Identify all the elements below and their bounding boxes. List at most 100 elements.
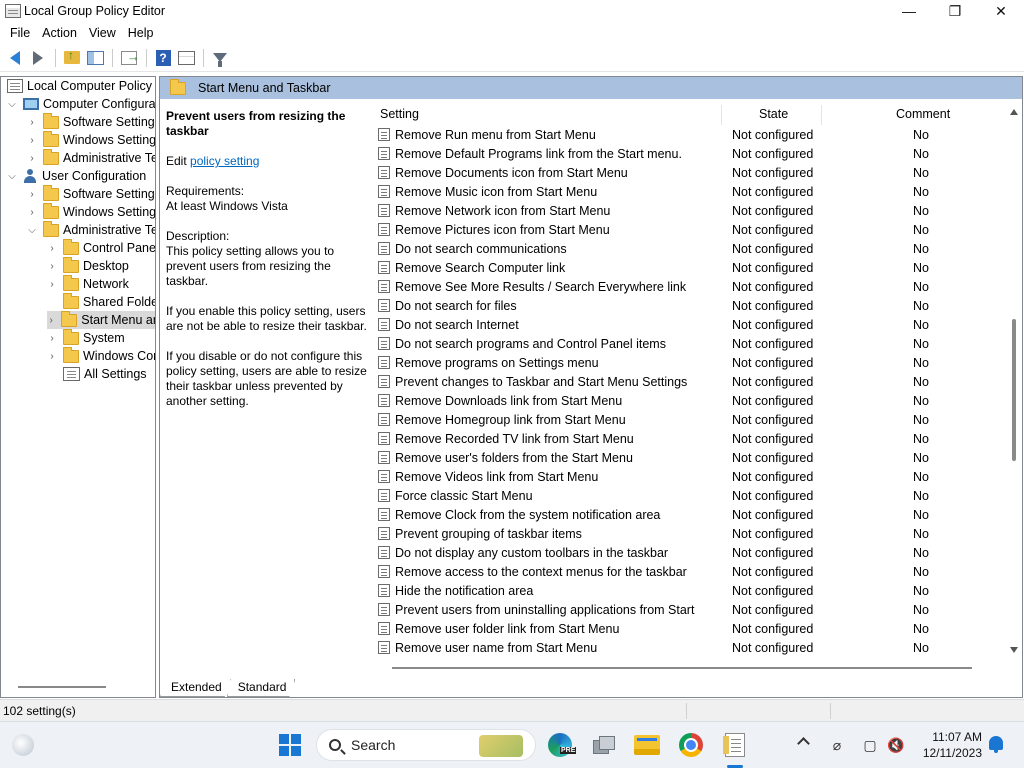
column-divider[interactable] <box>821 105 822 125</box>
notification-bell-icon[interactable] <box>989 736 1003 753</box>
tree-item-local-computer-policy[interactable]: Local Computer Policy <box>7 77 152 95</box>
network-disconnected-icon[interactable]: ⌀ <box>828 736 846 754</box>
table-row[interactable]: Remove access to the context menus for t… <box>374 562 1006 581</box>
table-row[interactable]: Remove Network icon from Start Menu Not c… <box>374 201 1006 220</box>
tree-item-cc-software-settings[interactable]: › Software Settings <box>27 112 155 131</box>
tree-item-shared-folders[interactable]: Shared Folder <box>47 292 155 311</box>
taskbar-task-view[interactable] <box>589 730 619 760</box>
expand-chevron-icon[interactable]: › <box>27 153 37 164</box>
expand-chevron-icon[interactable]: › <box>47 351 57 362</box>
table-row[interactable]: Remove Downloads link from Start Menu Not… <box>374 391 1006 410</box>
forward-button[interactable] <box>27 47 49 69</box>
table-row[interactable]: Remove Search Computer link Not configure… <box>374 258 1006 277</box>
tree-item-computer-configuration[interactable]: ⌵ Computer Configura <box>7 95 155 113</box>
table-row[interactable]: Remove user folder link from Start Menu N… <box>374 619 1006 638</box>
scrollbar-thumb[interactable] <box>1012 319 1016 461</box>
column-header-state[interactable]: State <box>759 107 788 121</box>
tree-item-system[interactable]: › System <box>47 328 125 347</box>
table-row[interactable]: Do not search programs and Control Panel… <box>374 334 1006 353</box>
collapse-chevron-icon[interactable]: ⌵ <box>27 225 37 236</box>
taskbar-chrome[interactable] <box>676 730 706 760</box>
table-row[interactable]: Remove user name from Start Menu Not conf… <box>374 638 1006 657</box>
scroll-down-arrow-icon[interactable] <box>1010 647 1018 653</box>
expand-chevron-icon[interactable]: › <box>27 117 37 128</box>
table-row[interactable]: Remove Default Programs link from the St… <box>374 144 1006 163</box>
menu-view[interactable]: View <box>83 26 122 40</box>
table-row[interactable]: Remove Homegroup link from Start Menu Not… <box>374 410 1006 429</box>
column-header-comment[interactable]: Comment <box>896 107 950 121</box>
table-row[interactable]: Do not search communications Not configur… <box>374 239 1006 258</box>
table-row[interactable]: Prevent users from uninstalling applicat… <box>374 600 1006 619</box>
up-one-level-button[interactable] <box>61 47 83 69</box>
tree-item-user-configuration[interactable]: ⌵ User Configuration <box>7 167 146 185</box>
expand-chevron-icon[interactable]: › <box>27 189 37 200</box>
tree-item-uc-administrative-templates[interactable]: ⌵ Administrative Te <box>27 220 155 239</box>
vertical-scrollbar[interactable] <box>1007 103 1021 663</box>
table-row[interactable]: Remove Clock from the system notificatio… <box>374 505 1006 524</box>
expand-chevron-icon[interactable]: › <box>27 207 37 218</box>
close-button[interactable]: ✕ <box>978 0 1024 22</box>
expand-chevron-icon[interactable]: › <box>47 243 57 254</box>
table-row[interactable]: Remove user's folders from the Start Men… <box>374 448 1006 467</box>
help-button[interactable]: ? <box>152 47 174 69</box>
start-button[interactable] <box>279 734 301 756</box>
show-hidden-icons-chevron-icon[interactable] <box>797 737 810 750</box>
table-row[interactable]: Remove Music icon from Start Menu Not con… <box>374 182 1006 201</box>
tree-item-start-menu-and-taskbar[interactable]: › Start Menu ar <box>47 310 155 329</box>
expand-chevron-icon[interactable]: › <box>47 333 57 344</box>
table-row[interactable]: Do not display any custom toolbars in th… <box>374 543 1006 562</box>
filter-button[interactable] <box>209 47 231 69</box>
extended-view-button[interactable] <box>175 47 197 69</box>
table-row[interactable]: Hide the notification area Not configured… <box>374 581 1006 600</box>
tree-horizontal-scrollbar[interactable] <box>18 686 106 688</box>
table-row[interactable]: Force classic Start Menu Not configured No <box>374 486 1006 505</box>
table-row[interactable]: Do not search Internet Not configured No <box>374 315 1006 334</box>
scroll-up-arrow-icon[interactable] <box>1010 109 1018 115</box>
maximize-button[interactable]: ❐ <box>932 0 978 22</box>
back-button[interactable] <box>4 47 26 69</box>
display-icon[interactable]: ▢ <box>861 736 879 754</box>
tree-item-uc-windows-settings[interactable]: › Windows Setting <box>27 202 155 221</box>
table-row[interactable]: Prevent changes to Taskbar and Start Men… <box>374 372 1006 391</box>
weather-widget-icon[interactable] <box>12 734 34 756</box>
taskbar-file-explorer[interactable] <box>632 730 662 760</box>
tree-item-control-panel[interactable]: › Control Panel <box>47 238 155 257</box>
expand-chevron-icon[interactable]: › <box>47 261 57 272</box>
tab-standard[interactable]: Standard <box>227 679 296 697</box>
table-row[interactable]: Remove programs on Settings menu Not conf… <box>374 353 1006 372</box>
clock[interactable]: 11:07 AM 12/11/2023 <box>912 729 982 761</box>
collapse-chevron-icon[interactable]: ⌵ <box>7 99 17 110</box>
tree-item-cc-administrative-templates[interactable]: › Administrative Te <box>27 148 155 167</box>
tree-item-windows-components[interactable]: › Windows Cor <box>47 346 155 365</box>
expand-chevron-icon[interactable]: › <box>47 315 55 326</box>
edit-policy-setting-link[interactable]: policy setting <box>190 154 259 168</box>
taskbar-edge[interactable]: PRE <box>545 730 577 760</box>
table-row[interactable]: Prevent grouping of taskbar items Not con… <box>374 524 1006 543</box>
menu-action[interactable]: Action <box>36 26 83 40</box>
collapse-chevron-icon[interactable]: ⌵ <box>7 171 17 182</box>
table-row[interactable]: Remove Videos link from Start Menu Not co… <box>374 467 1006 486</box>
expand-chevron-icon[interactable]: › <box>27 135 37 146</box>
column-header-setting[interactable]: Setting <box>380 107 419 121</box>
show-hide-tree-button[interactable] <box>84 47 106 69</box>
taskbar-group-policy-editor[interactable] <box>720 730 750 760</box>
tree-item-network[interactable]: › Network <box>47 274 129 293</box>
expand-chevron-icon[interactable]: › <box>47 279 57 290</box>
table-row[interactable]: Remove Documents icon from Start Menu Not… <box>374 163 1006 182</box>
table-row[interactable]: Remove Pictures icon from Start Menu Not … <box>374 220 1006 239</box>
column-divider[interactable] <box>721 105 722 125</box>
tree-item-uc-software-settings[interactable]: › Software Settings <box>27 184 155 203</box>
tree-item-desktop[interactable]: › Desktop <box>47 256 129 275</box>
tree-item-all-settings[interactable]: All Settings <box>47 365 147 383</box>
table-row[interactable]: Do not search for files Not configured No <box>374 296 1006 315</box>
tab-extended[interactable]: Extended <box>160 679 231 697</box>
menu-file[interactable]: File <box>4 26 36 40</box>
table-row[interactable]: Remove See More Results / Search Everywh… <box>374 277 1006 296</box>
tree-item-cc-windows-settings[interactable]: › Windows Setting <box>27 130 155 149</box>
minimize-button[interactable]: — <box>886 0 932 22</box>
volume-muted-icon[interactable]: 🔇 <box>887 736 905 754</box>
horizontal-scrollbar[interactable] <box>392 667 972 669</box>
menu-help[interactable]: Help <box>122 26 160 40</box>
table-row[interactable]: Remove Run menu from Start Menu Not confi… <box>374 125 1006 144</box>
taskbar-search-box[interactable]: Search <box>316 729 536 761</box>
